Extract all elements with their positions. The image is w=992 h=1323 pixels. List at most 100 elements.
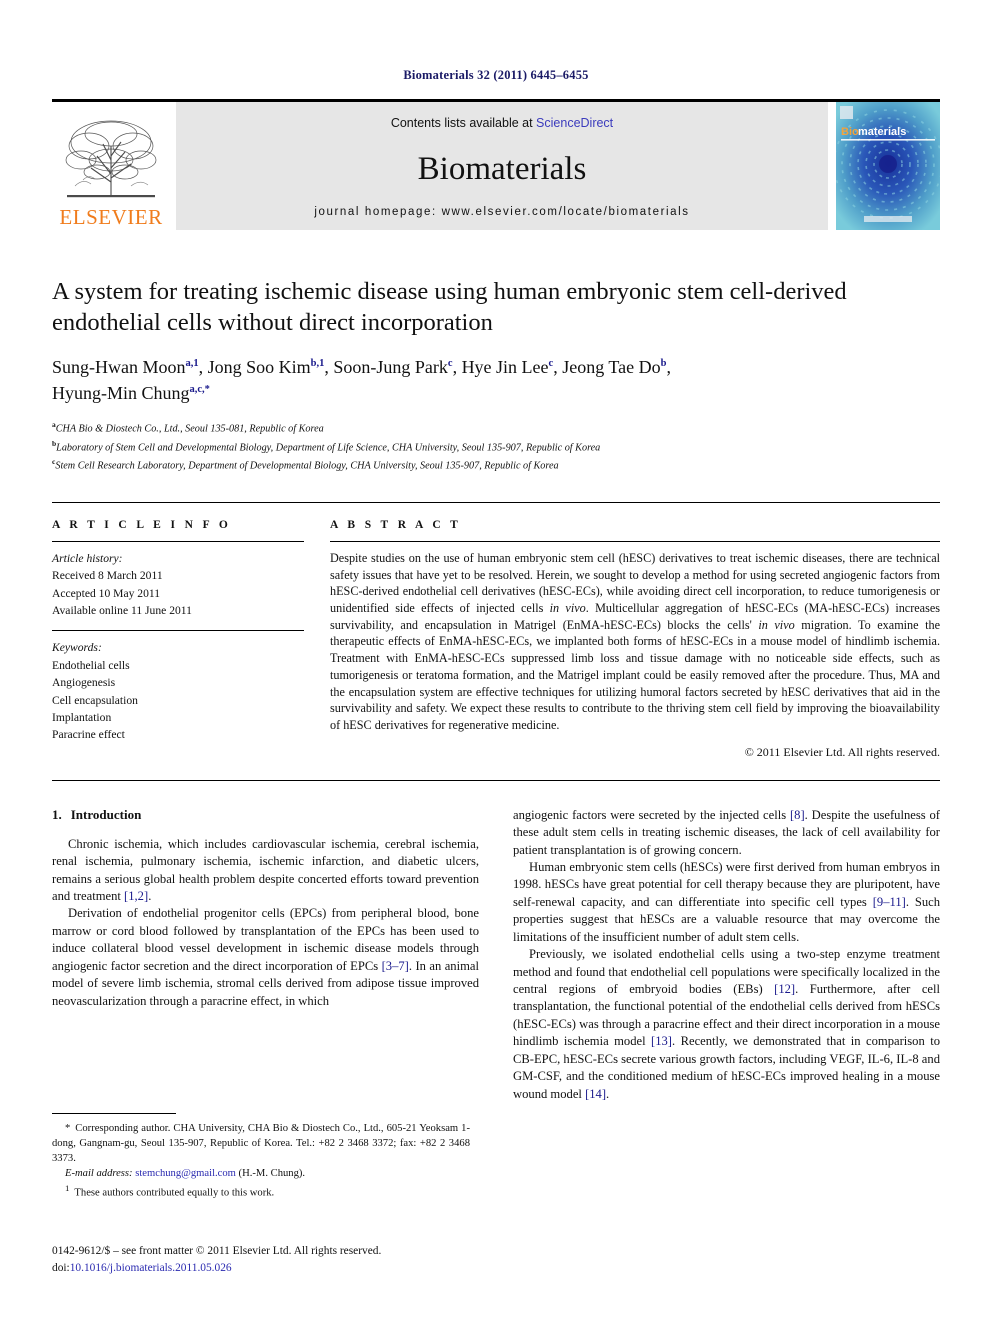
- abstract-column: A B S T R A C T Despite studies on the u…: [330, 519, 940, 760]
- divider: [330, 540, 940, 542]
- article-history-item: Accepted 10 May 2011: [52, 586, 161, 600]
- article-history-item: Available online 11 June 2011: [52, 604, 192, 618]
- citation-link[interactable]: [12]: [774, 982, 795, 996]
- citation-link[interactable]: [14]: [585, 1087, 606, 1101]
- author-sup: c: [447, 358, 453, 370]
- author-list: Sung-Hwan Moona,1, Jong Soo Kimb,1, Soon…: [52, 357, 671, 403]
- article-history-item: Received 8 March 2011: [52, 569, 163, 583]
- svg-text:materials: materials: [858, 126, 906, 138]
- article-info-heading: A R T I C L E I N F O: [52, 518, 232, 531]
- section-heading-introduction: 1. Introduction: [52, 807, 479, 823]
- abstract-italic: in vivo: [758, 617, 795, 632]
- footnote-equal-contribution: 1 These authors contributed equally to th…: [52, 1182, 470, 1201]
- author-name: Hye Jin Lee: [461, 357, 549, 378]
- elsevier-logo: ELSEVIER: [52, 102, 170, 230]
- section-label: Introduction: [70, 806, 142, 822]
- affiliation-list: aCHA Bio & Diostech Co., Ltd., Seoul 135…: [52, 419, 940, 474]
- abstract-italic: in vivo: [549, 601, 586, 616]
- paragraph: angiogenic factors were secreted by the …: [513, 807, 940, 859]
- keywords-label: Keywords:: [52, 641, 102, 655]
- keyword-item: Endothelial cells: [52, 658, 130, 672]
- keyword-item: Angiogenesis: [52, 676, 116, 690]
- author-sup: b: [660, 358, 667, 370]
- article-page: Biomaterials 32 (2011) 6445–6455 ELSEVIE…: [0, 0, 992, 1323]
- svg-text:Bio: Bio: [841, 126, 859, 138]
- journal-cover-thumbnail: Bio materials: [836, 102, 940, 230]
- keyword-item: Cell encapsulation: [52, 693, 138, 707]
- article-info-column: A R T I C L E I N F O Article history: R…: [52, 519, 304, 760]
- journal-masthead: ELSEVIER Contents lists available at Sci…: [52, 99, 940, 230]
- footnote-text: Corresponding author. CHA University, CH…: [52, 1123, 470, 1165]
- author-name: Hyung-Min Chung: [52, 382, 190, 403]
- doi-line: doi:10.1016/j.biomaterials.2011.05.026: [52, 1260, 482, 1277]
- body-column-right: angiogenic factors were secreted by the …: [513, 807, 940, 1103]
- sciencedirect-link[interactable]: ScienceDirect: [536, 116, 613, 130]
- section-number: 1.: [52, 806, 62, 822]
- paragraph: Human embryonic stem cells (hESCs) were …: [513, 859, 940, 946]
- title-block: A system for treating ischemic disease u…: [52, 276, 940, 474]
- divider: [52, 779, 940, 781]
- elsevier-tree-icon: [61, 116, 161, 206]
- contents-prefix: Contents lists available at: [390, 116, 537, 130]
- email-label: E-mail address:: [65, 1168, 133, 1180]
- imprint-block: 0142-9612/$ – see front matter © 2011 El…: [52, 1243, 482, 1277]
- author-sup: c: [548, 358, 554, 370]
- article-history-label: Article history:: [52, 551, 123, 565]
- author-name: Sung-Hwan Moon: [52, 357, 186, 378]
- masthead-center: Contents lists available at ScienceDirec…: [176, 102, 828, 230]
- copyright-line: © 2011 Elsevier Ltd. All rights reserved…: [744, 744, 940, 759]
- affiliation-item: bLaboratory of Stem Cell and Development…: [52, 438, 940, 456]
- footnote-mark: 1: [65, 1182, 70, 1193]
- paragraph-part: .: [148, 888, 152, 903]
- paragraph-part: angiogenic factors were secreted by the …: [513, 807, 790, 822]
- paragraph: Chronic ischemia, which includes cardiov…: [52, 836, 479, 906]
- footnote-mark: *: [65, 1123, 71, 1134]
- footnote-text: These authors contributed equally to thi…: [74, 1187, 275, 1199]
- issn-frontmatter-line: 0142-9612/$ – see front matter © 2011 El…: [52, 1245, 382, 1257]
- running-head: Biomaterials 32 (2011) 6445–6455: [403, 68, 589, 82]
- contents-available-line: Contents lists available at ScienceDirec…: [391, 116, 613, 130]
- email-link[interactable]: stemchung@gmail.com: [135, 1168, 236, 1179]
- affiliation-text: Laboratory of Stem Cell and Developmenta…: [56, 441, 601, 453]
- author-sup: a,1: [185, 358, 199, 370]
- citation-link[interactable]: [1,2]: [124, 889, 148, 903]
- email-suffix: (H.-M. Chung).: [235, 1168, 306, 1180]
- body-column-left: 1. Introduction Chronic ischemia, which i…: [52, 807, 479, 1103]
- paragraph: Previously, we isolated endothelial cell…: [513, 946, 940, 1103]
- author-sup: b,1: [310, 358, 325, 370]
- author-name: Jeong Tae Do: [562, 357, 661, 378]
- divider: [52, 630, 304, 632]
- keyword-item: Implantation: [52, 711, 112, 725]
- info-abstract-section: A R T I C L E I N F O Article history: R…: [52, 501, 940, 760]
- body-columns: 1. Introduction Chronic ischemia, which i…: [52, 807, 940, 1103]
- author-sup: a,c,*: [189, 383, 210, 395]
- paragraph-part: .: [606, 1086, 610, 1101]
- author-name: Jong Soo Kim: [207, 357, 311, 378]
- footnote-corresponding-author: * Corresponding author. CHA University, C…: [52, 1121, 470, 1166]
- paragraph-part: Chronic ischemia, which includes cardiov…: [52, 836, 479, 903]
- citation-link[interactable]: [8]: [790, 808, 805, 822]
- abstract-heading: A B S T R A C T: [330, 518, 462, 531]
- citation-link[interactable]: [13]: [651, 1034, 672, 1048]
- author-name: Soon-Jung Park: [333, 357, 448, 378]
- keyword-item: Paracrine effect: [52, 728, 125, 742]
- affiliation-text: Stem Cell Research Laboratory, Departmen…: [55, 460, 559, 472]
- footnote-divider: [52, 1113, 176, 1114]
- journal-homepage-line[interactable]: journal homepage: www.elsevier.com/locat…: [314, 206, 689, 218]
- doi-link[interactable]: 10.1016/j.biomaterials.2011.05.026: [70, 1262, 232, 1274]
- citation-link[interactable]: [3–7]: [382, 959, 409, 973]
- footnote-email: E-mail address: stemchung@gmail.com (H.-…: [52, 1166, 470, 1181]
- affiliation-item: aCHA Bio & Diostech Co., Ltd., Seoul 135…: [52, 419, 940, 437]
- citation-link[interactable]: [9–11]: [873, 895, 906, 909]
- paragraph: Derivation of endothelial progenitor cel…: [52, 905, 479, 1010]
- doi-label: doi:: [52, 1262, 70, 1275]
- journal-title: Biomaterials: [417, 150, 587, 187]
- abstract-part: migration. To examine the therapeutic ef…: [330, 617, 941, 732]
- affiliation-item: cStem Cell Research Laboratory, Departme…: [52, 456, 940, 474]
- affiliation-text: CHA Bio & Diostech Co., Ltd., Seoul 135-…: [55, 423, 324, 435]
- divider: [52, 540, 304, 542]
- elsevier-wordmark: ELSEVIER: [59, 205, 163, 229]
- footnote-zone: * Corresponding author. CHA University, C…: [52, 1113, 470, 1200]
- abstract-body: Despite studies on the use of human embr…: [330, 550, 940, 734]
- page-title: A system for treating ischemic disease u…: [52, 278, 847, 337]
